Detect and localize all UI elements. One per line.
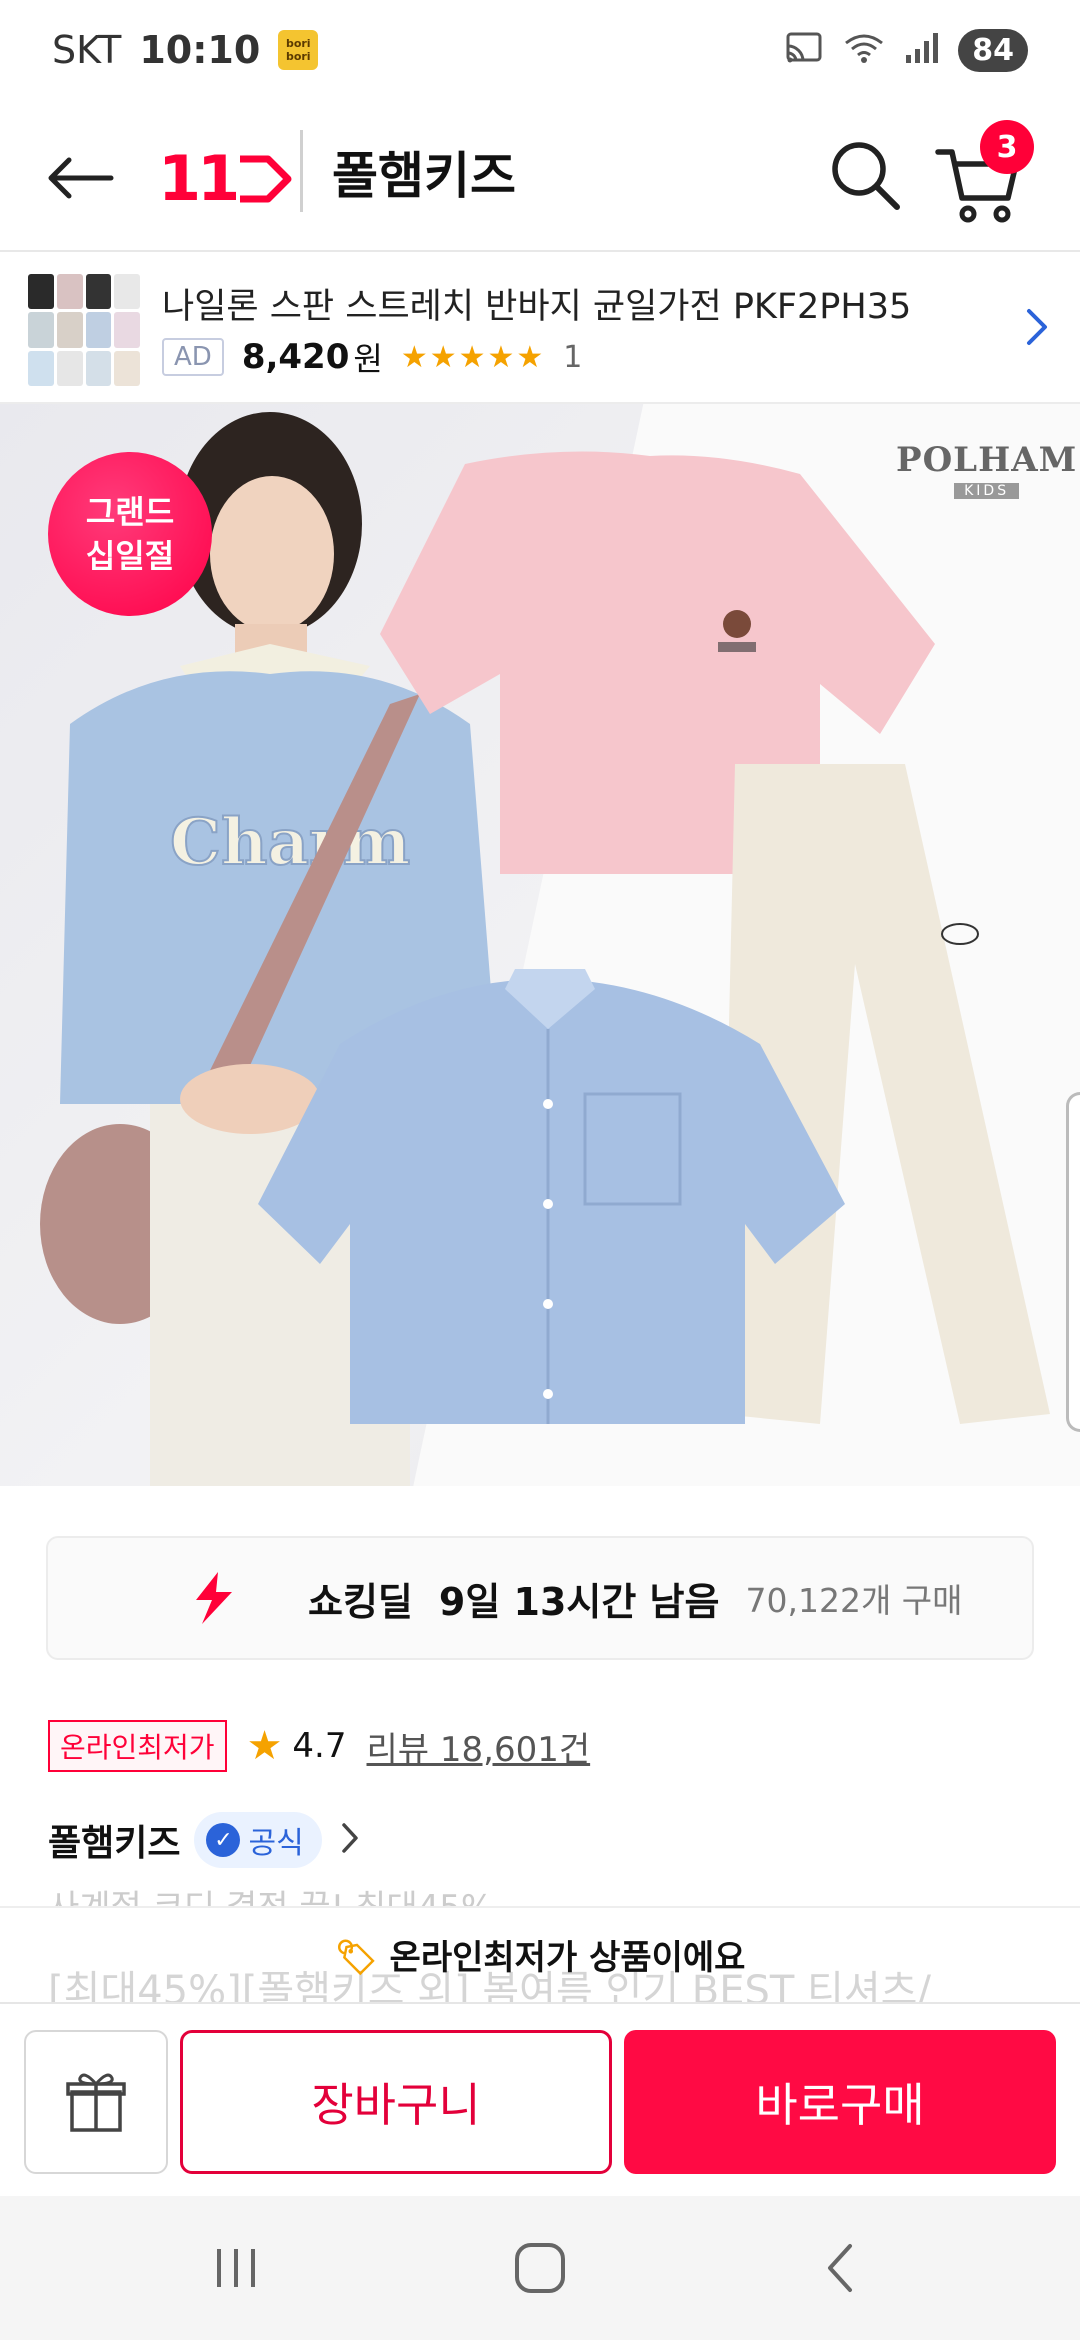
cast-icon (784, 31, 824, 69)
ad-banner[interactable]: 나일론 스판 스트레치 반바지 균일가전 PKF2PH35 AD 8,420 원… (0, 254, 1080, 404)
home-icon (515, 2243, 565, 2293)
ad-title: 나일론 스판 스트레치 반바지 균일가전 PKF2PH35 (162, 287, 912, 327)
system-back-button[interactable] (790, 2232, 890, 2304)
header-divider (300, 130, 303, 212)
header: 11 폴햄키즈 3 (0, 100, 1080, 252)
status-left: SKT 10:10 bori bori (52, 28, 319, 72)
ad-price-unit: 원 (353, 340, 383, 378)
lowest-price-banner: [최대45%][폴햄키즈 외] 봄여름 인기 BEST 티셔츠/ 🏷 온라인최저… (0, 1906, 1080, 2014)
product-image[interactable]: Charm 그랜드십일절 POLHAM KIDS (0, 404, 1080, 1486)
carrier: SKT (52, 28, 122, 72)
clock: 10:10 (139, 28, 261, 72)
rating-row: 온라인최저가 ★ 4.7 리뷰 18,601건 (48, 1720, 590, 1772)
deal-time-left: 9일 13시간 남음 (438, 1579, 720, 1624)
system-nav-bar (0, 2196, 1080, 2340)
buy-now-button[interactable]: 바로구매 (624, 2030, 1056, 2174)
purchase-action-bar: 장바구니 바로구매 (0, 2002, 1080, 2196)
chevron-right-icon (1024, 306, 1050, 352)
store-title[interactable]: 폴햄키즈 (332, 136, 516, 208)
deal-purchase-count: 70,122개 구매 (745, 1581, 963, 1620)
seller-name[interactable]: 폴햄키즈 (48, 1814, 180, 1866)
lowest-price-message: 🏷 온라인최저가 상품이에요 (0, 1930, 1080, 1979)
shocking-deal-box: 쇼킹딜 9일 13시간 남음 70,122개 구매 (46, 1536, 1034, 1660)
brand-logo-sub: KIDS (954, 483, 1020, 499)
svg-text:Charm: Charm (170, 805, 410, 880)
rating-score: 4.7 (292, 1726, 347, 1766)
badge-line1: 그랜드 (85, 493, 175, 531)
chevron-left-icon (828, 2244, 852, 2292)
app-notification-icon: bori bori (278, 30, 319, 70)
ad-review-count: 1 (563, 339, 583, 375)
cart-count-badge: 3 (980, 120, 1034, 174)
search-icon (832, 142, 900, 210)
store-logo[interactable]: 11 (158, 142, 294, 215)
ad-badge: AD (162, 338, 224, 376)
brand-logo-text: POLHAM (896, 440, 1078, 480)
wifi-icon (842, 31, 886, 69)
chevron-right-icon[interactable] (340, 1821, 360, 1859)
gift-icon (66, 2073, 126, 2132)
official-label: 공식 (248, 1826, 304, 1861)
ad-details: AD 8,420 원 ★★★★★ 1 (162, 334, 582, 380)
signal-icon (904, 31, 940, 69)
ad-price: 8,420 (241, 337, 350, 377)
review-link[interactable]: 리뷰 18,601건 (367, 1722, 591, 1771)
cart-button[interactable]: 3 (930, 120, 1040, 224)
lowest-price-badge: 온라인최저가 (48, 1720, 227, 1772)
logo-text: 11 (158, 142, 240, 215)
back-button[interactable] (40, 138, 120, 218)
search-button[interactable] (820, 130, 910, 220)
home-button[interactable] (490, 2232, 590, 2304)
image-scroll-handle[interactable] (1066, 1092, 1080, 1432)
lowest-price-text: 온라인최저가 상품이에요 (389, 1938, 746, 1978)
status-bar: SKT 10:10 bori bori 84 (0, 0, 1080, 100)
star-icon: ★ (246, 1723, 283, 1769)
verified-check-icon: ✓ (206, 1823, 241, 1857)
battery-indicator: 84 (958, 28, 1028, 72)
seller-row[interactable]: 폴햄키즈 ✓ 공식 (48, 1812, 360, 1868)
status-right: 84 (784, 28, 1028, 72)
badge-line2: 십일절 (85, 537, 175, 575)
ad-star-rating: ★★★★★ (400, 339, 546, 375)
grand-11-day-badge: 그랜드십일절 (48, 452, 212, 616)
add-to-cart-button[interactable]: 장바구니 (180, 2030, 612, 2174)
product-subtitle-cut: 사계절 코디 결정 끝! 최대45% (48, 1880, 493, 1906)
lightning-icon (188, 1570, 238, 1630)
recent-apps-icon (217, 2249, 255, 2287)
official-badge: ✓ 공식 (194, 1812, 322, 1868)
price-tag-icon: 🏷 (334, 1938, 378, 1978)
recent-apps-button[interactable] (186, 2232, 286, 2304)
gift-button[interactable] (24, 2030, 168, 2174)
logo-arrow-icon (240, 155, 292, 202)
arrow-left-icon (48, 157, 114, 199)
ad-thumbnail (28, 274, 140, 386)
deal-label: 쇼킹딜 (308, 1579, 413, 1624)
brand-logo: POLHAM KIDS (896, 440, 1077, 499)
